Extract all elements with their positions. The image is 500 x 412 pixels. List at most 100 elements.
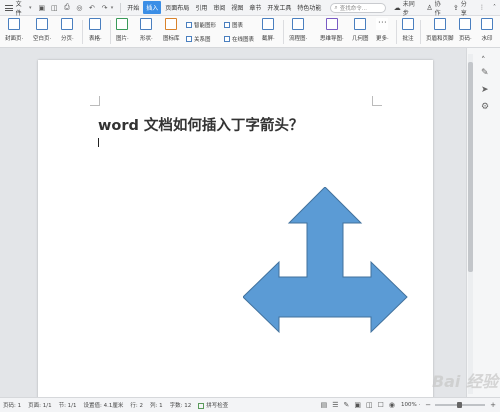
- zoom-slider[interactable]: [435, 402, 486, 408]
- smart-art-label: 智能图形: [194, 23, 217, 29]
- chart-button[interactable]: 图表: [224, 21, 243, 29]
- sync-button[interactable]: ☁ 未同步: [394, 0, 419, 17]
- relation-diagram-button[interactable]: 关系图: [186, 35, 211, 43]
- geometry-icon: [354, 18, 367, 30]
- status-page-count[interactable]: 页面: 1/1: [28, 401, 51, 409]
- layout-icon[interactable]: ▤: [321, 401, 328, 409]
- watermark-icon: [481, 18, 493, 30]
- blank-page-button[interactable]: 空白页·: [33, 18, 51, 42]
- watermark-button[interactable]: 水印: [481, 18, 493, 42]
- tab-section[interactable]: 章节: [247, 1, 263, 14]
- mindmap-button[interactable]: 思维导图·: [320, 18, 344, 42]
- header-footer-icon: [433, 18, 446, 30]
- picture-button[interactable]: 图片·: [116, 18, 129, 42]
- tab-home[interactable]: 开始: [125, 1, 141, 14]
- menu-bar: 文件 ▾ ▣ ◫ ⎙ ◎ ↶ ↷ ▾ 开始 插入 页面布局 引用 审阅 视图 章…: [0, 0, 500, 17]
- share-button[interactable]: ⇪ 分享: [453, 0, 471, 17]
- undo-icon[interactable]: ↶: [88, 3, 97, 12]
- tab-references[interactable]: 引用: [193, 1, 209, 14]
- status-position[interactable]: 设置值: 4.1厘米: [84, 401, 124, 409]
- status-page-number[interactable]: 页码: 1: [3, 401, 21, 409]
- tab-insert[interactable]: 插入: [143, 1, 162, 14]
- vertical-scrollbar[interactable]: [468, 54, 473, 394]
- print-icon[interactable]: ⎙: [63, 3, 72, 12]
- online-chart-button[interactable]: 在线图表: [224, 35, 254, 43]
- relation-diagram-label: 关系图: [194, 37, 211, 43]
- comment-button[interactable]: 批注: [402, 18, 414, 42]
- flowchart-icon: [292, 18, 305, 30]
- status-word-count[interactable]: 字数: 12: [170, 401, 192, 409]
- t-arrow-polygon[interactable]: [243, 187, 408, 334]
- save-icon[interactable]: ▣: [38, 3, 47, 12]
- reading-mode-icon[interactable]: ☐: [378, 401, 384, 409]
- eye-icon[interactable]: ◉: [389, 401, 395, 409]
- spell-check-toggle[interactable]: 拼写检查: [198, 401, 228, 409]
- export-pdf-icon[interactable]: ◫: [50, 3, 59, 12]
- zoom-slider-knob[interactable]: [457, 402, 463, 408]
- shape-button[interactable]: 形状·: [140, 18, 153, 42]
- tab-review[interactable]: 审阅: [211, 1, 227, 14]
- tab-view[interactable]: 视图: [229, 1, 245, 14]
- chevron-down-icon[interactable]: ▾: [29, 5, 32, 11]
- document-page[interactable]: word 文档如何插入丁字箭头？: [38, 60, 433, 397]
- mindmap-icon: [325, 18, 338, 30]
- more-button[interactable]: ⋯ 更多·: [376, 18, 389, 42]
- search-input[interactable]: ⌕ 查找命令...: [330, 2, 386, 13]
- collab-button[interactable]: ♙ 协作: [426, 0, 445, 17]
- page-break-button[interactable]: 分页·: [61, 18, 74, 42]
- cursor-icon[interactable]: ➤: [481, 85, 489, 95]
- mindmap-label: 思维导图·: [320, 36, 344, 42]
- icon-library-icon: [165, 18, 178, 30]
- table-button[interactable]: 表格·: [89, 18, 102, 42]
- comment-icon: [402, 18, 414, 30]
- redo-icon[interactable]: ↷: [100, 3, 109, 12]
- share-label: 分享: [460, 0, 467, 17]
- tab-developer[interactable]: 开发工具: [265, 1, 293, 14]
- watermark: Bai 经验: [431, 372, 498, 391]
- print-layout-icon[interactable]: ▣: [354, 401, 361, 409]
- more-options-icon[interactable]: ⋮: [479, 4, 485, 11]
- t-arrow-shape[interactable]: [243, 187, 408, 334]
- status-col[interactable]: 列: 1: [150, 401, 163, 409]
- zoom-in-icon[interactable]: +: [490, 401, 496, 409]
- settings-icon[interactable]: ⚙: [481, 102, 489, 112]
- smart-art-button[interactable]: 智能图形: [186, 21, 216, 29]
- file-menu[interactable]: 文件: [16, 0, 27, 17]
- text-cursor: [98, 138, 99, 147]
- scrollbar-thumb[interactable]: [468, 62, 473, 272]
- print-preview-icon[interactable]: ◎: [75, 3, 84, 12]
- chart-label: 图表: [232, 23, 244, 29]
- tab-features[interactable]: 特色功能: [295, 1, 323, 14]
- document-area[interactable]: word 文档如何插入丁字箭头？: [0, 48, 466, 397]
- chevron-down-icon[interactable]: ▾: [111, 5, 114, 11]
- cover-page-label: 封面页·: [5, 36, 24, 42]
- pen-icon[interactable]: ✎: [344, 401, 350, 409]
- cover-page-button[interactable]: 封面页·: [5, 18, 23, 42]
- web-layout-icon[interactable]: ◫: [366, 401, 373, 409]
- sync-label: 未同步: [402, 0, 415, 17]
- pen-icon[interactable]: ✎: [481, 68, 489, 78]
- smart-art-icon: [186, 22, 192, 28]
- screenshot-button[interactable]: 截屏·: [262, 18, 275, 42]
- zoom-out-icon[interactable]: −: [425, 401, 431, 409]
- page-number-button[interactable]: 页码·: [459, 18, 472, 42]
- right-tools: ☁ 未同步 ♙ 协作 ⇪ 分享 ⋮ ˄: [386, 0, 500, 17]
- zoom-level[interactable]: 100% ·: [401, 402, 420, 408]
- geometry-button[interactable]: 几何图: [352, 18, 369, 42]
- flowchart-button[interactable]: 流程图·: [289, 18, 307, 42]
- divider: [110, 20, 111, 44]
- header-footer-button[interactable]: 页眉和页脚: [426, 18, 454, 42]
- icon-library-button[interactable]: 图标库: [163, 18, 180, 42]
- hamburger-menu-icon[interactable]: [5, 4, 13, 11]
- status-section[interactable]: 节: 1/1: [59, 401, 77, 409]
- picture-label: 图片·: [116, 36, 129, 42]
- more-label: 更多·: [376, 36, 389, 42]
- status-row[interactable]: 行: 2: [130, 401, 143, 409]
- chevron-up-icon[interactable]: ˄: [481, 56, 486, 66]
- outline-icon[interactable]: ☰: [332, 401, 338, 409]
- tab-page-layout[interactable]: 页面布局: [163, 1, 191, 14]
- divider: [396, 20, 397, 44]
- cloud-icon: ☁: [393, 3, 401, 12]
- page-number-icon: [459, 18, 472, 30]
- chevron-up-icon[interactable]: ˄: [493, 4, 496, 11]
